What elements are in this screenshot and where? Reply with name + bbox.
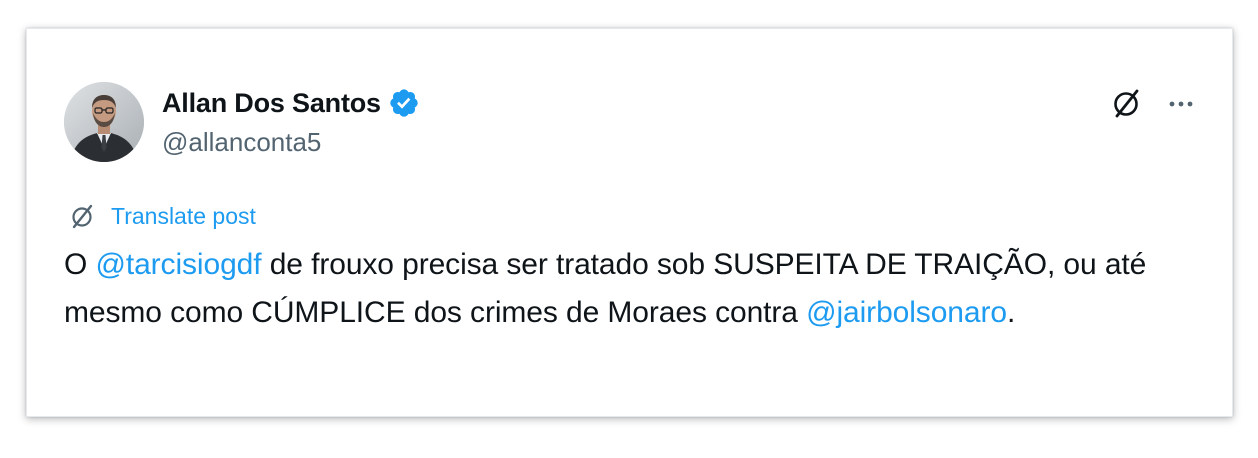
header-actions (1108, 85, 1196, 121)
verified-badge-icon[interactable] (388, 87, 420, 119)
grok-slash-icon[interactable] (1108, 85, 1144, 121)
avatar-photo (64, 82, 144, 162)
author-handle[interactable]: @allanconta5 (162, 127, 321, 158)
author-display-name[interactable]: Allan Dos Santos (162, 88, 381, 119)
avatar[interactable] (64, 82, 144, 162)
mention-link[interactable]: @jairbolsonaro (806, 296, 1007, 329)
mention-link[interactable]: @tarcisiogdf (95, 248, 261, 281)
tweet-card: Allan Dos Santos @allanconta5 Translate … (26, 28, 1233, 417)
more-horizontal-icon[interactable] (1166, 88, 1196, 118)
author-name-row[interactable]: Allan Dos Santos (162, 85, 420, 121)
grok-slash-icon (67, 201, 97, 231)
translate-post-label[interactable]: Translate post (111, 203, 256, 230)
translate-post-link[interactable]: Translate post (67, 199, 256, 233)
tweet-text: O @tarcisiogdf de frouxo precisa ser tra… (64, 241, 1204, 337)
tweet-text-segment: . (1006, 296, 1016, 329)
tweet-text-segment: O (64, 248, 96, 281)
